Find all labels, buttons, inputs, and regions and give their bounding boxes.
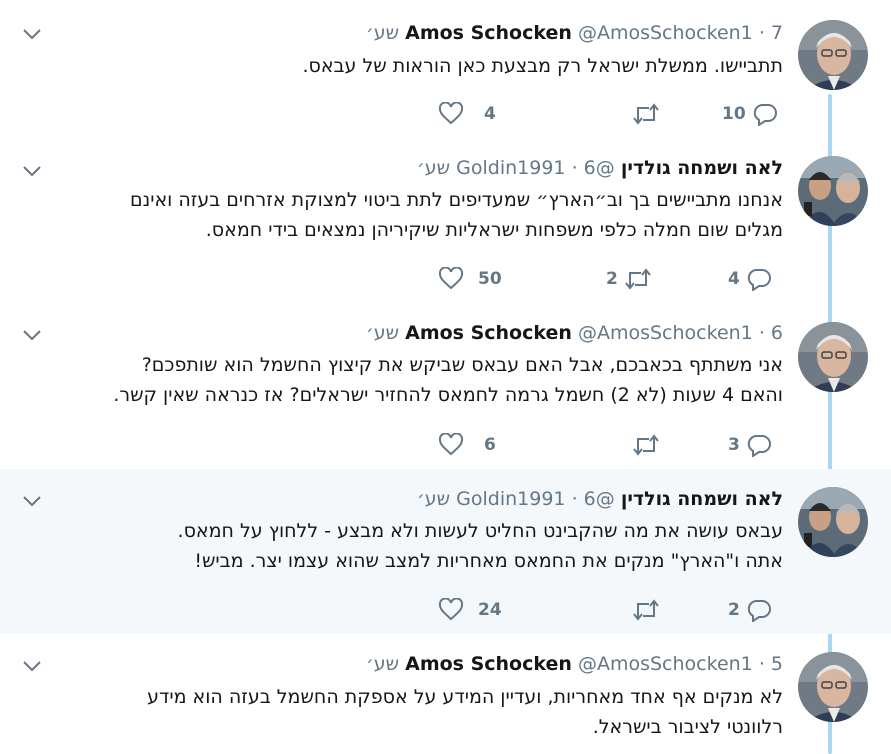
tweet-text: עבאס עושה את מה שהקבינט החליט לעשות ולא … [178,516,783,576]
reply-count: 4 [728,269,740,289]
like-count: 6 [484,435,496,455]
author-name[interactable]: Amos Schocken [405,22,572,44]
tweet-header: לאה ושמחה גולדין @Goldin1991 · 6 שע׳ [417,487,783,511]
retweet-button[interactable] [632,432,672,458]
reply-button[interactable]: 4 [722,266,772,292]
separator: · [571,488,578,510]
avatar[interactable] [798,322,868,392]
heart-icon [438,598,464,621]
reply-count: 3 [728,435,740,455]
author-handle[interactable]: @AmosSchocken1 [578,22,753,44]
tweet-text-line: והאם 4 שעות (לא 2) חשמל גרמה לחמאס להחזי… [113,384,783,406]
chevron-down-icon[interactable] [22,327,42,343]
like-button[interactable]: 6 [438,432,502,458]
separator: · [571,157,578,179]
tweet-text-line: מגלים שום חמלה כלפי משפחות ישראליות שיקי… [205,219,783,241]
tweet-text: אני משתתף בכאבכם, אבל האם עבאס שביקש את … [113,350,783,410]
tweet-header: Amos Schocken @AmosSchocken1 · 7 שע׳ [366,21,783,45]
reply-icon [747,435,771,457]
retweet-count: 2 [606,269,618,289]
chevron-down-icon[interactable] [22,163,42,179]
heart-icon [438,433,464,456]
retweet-button[interactable] [632,101,672,127]
avatar[interactable] [798,20,868,90]
chevron-down-icon[interactable] [22,26,42,42]
tweet-header: Amos Schocken @AmosSchocken1 · 5 שע׳ [366,652,783,676]
author-name[interactable]: לאה ושמחה גולדין [621,488,783,510]
tweet-header: לאה ושמחה גולדין @Goldin1991 · 6 שע׳ [417,156,783,180]
reply-icon [747,600,771,622]
chevron-down-icon[interactable] [22,658,42,674]
author-handle[interactable]: @AmosSchocken1 [578,653,753,675]
retweet-icon [633,599,659,621]
reply-icon [747,269,771,291]
like-button[interactable]: 4 [438,101,502,127]
reply-count: 10 [722,104,746,124]
tweet-text-line: תתביישו. ממשלת ישראל רק מבצעת כאן הוראות… [302,55,783,77]
separator: · [758,653,765,675]
heart-icon [438,102,464,125]
avatar[interactable] [798,652,868,722]
tweet[interactable]: Amos Schocken @AmosSchocken1 · 7 שע׳ תתב… [0,0,891,140]
heart-icon [438,267,464,290]
tweet[interactable]: Amos Schocken @AmosSchocken1 · 5 שע׳ לא … [0,634,891,749]
tweet-text-line: רלוונטי לציבור בישראל. [592,716,783,738]
retweet-button[interactable] [632,597,672,623]
tweet[interactable]: לאה ושמחה גולדין @Goldin1991 · 6 שע׳ עבא… [0,469,891,634]
author-name[interactable]: Amos Schocken [405,322,572,344]
tweet[interactable]: לאה ושמחה גולדין @Goldin1991 · 6 שע׳ אנח… [0,140,891,303]
reply-button[interactable]: 2 [722,597,772,623]
tweet-text: אנחנו מתביישים בך וב״הארץ״ שמעדיפים לתת … [130,185,783,245]
retweet-button[interactable]: 2 [600,266,652,292]
like-count: 50 [478,269,502,289]
separator: · [758,322,765,344]
chevron-down-icon[interactable] [22,493,42,509]
tweet-text: לא מנקים אף אחד מאחריות, ועדיין המידע על… [147,682,783,742]
retweet-icon [633,434,659,456]
like-button[interactable]: 24 [438,597,508,623]
tweet-text: תתביישו. ממשלת ישראל רק מבצעת כאן הוראות… [302,51,783,81]
tweet[interactable]: Amos Schocken @AmosSchocken1 · 6 שע׳ אני… [0,303,891,469]
retweet-icon [633,103,659,125]
like-button[interactable]: 50 [438,266,508,292]
tweet-text-line: אתה ו"הארץ" מנקים את החמאס מאחריות למצב … [194,550,783,572]
like-count: 24 [478,600,502,620]
avatar[interactable] [798,487,868,557]
like-count: 4 [484,104,496,124]
tweet-text-line: עבאס עושה את מה שהקבינט החליט לעשות ולא … [177,520,783,542]
reply-icon [753,104,777,126]
tweet-text-line: לא מנקים אף אחד מאחריות, ועדיין המידע על… [147,686,783,708]
author-name[interactable]: Amos Schocken [405,653,572,675]
reply-count: 2 [728,600,740,620]
reply-button[interactable]: 3 [722,432,772,458]
separator: · [758,22,765,44]
retweet-icon [625,268,651,290]
tweet-header: Amos Schocken @AmosSchocken1 · 6 שע׳ [366,321,783,345]
reply-button[interactable]: 10 [716,101,778,127]
author-name[interactable]: לאה ושמחה גולדין [621,157,783,179]
author-handle[interactable]: @AmosSchocken1 [578,322,753,344]
avatar[interactable] [798,156,868,226]
tweet-text-line: אני משתתף בכאבכם, אבל האם עבאס שביקש את … [141,354,783,376]
tweet-text-line: אנחנו מתביישים בך וב״הארץ״ שמעדיפים לתת … [130,189,783,211]
